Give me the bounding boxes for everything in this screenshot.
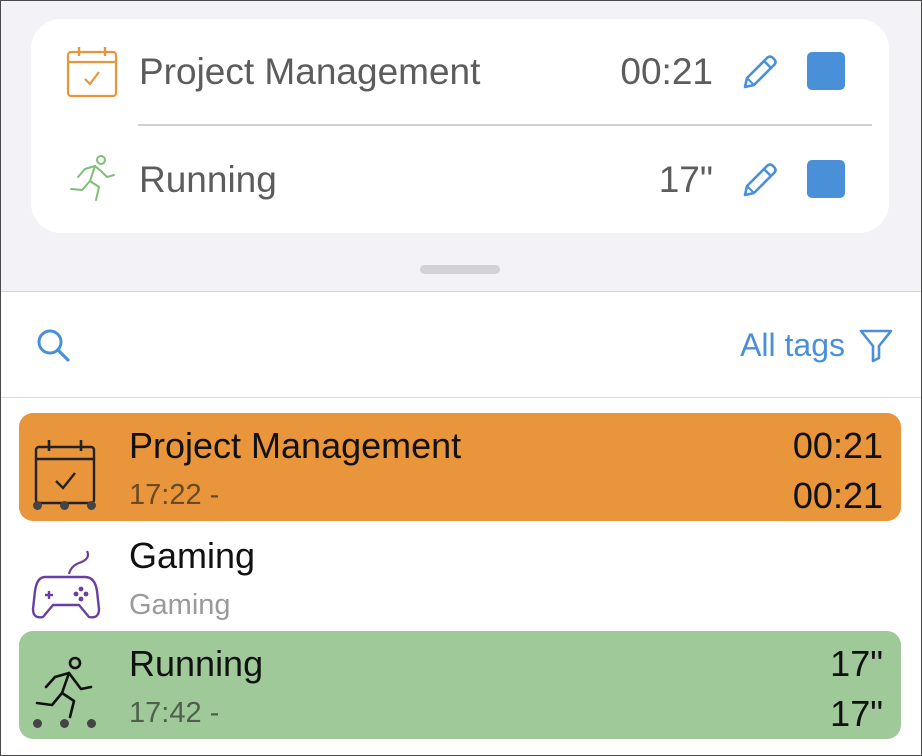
list-divider [1, 397, 921, 398]
list-item-project-management[interactable]: Project Management 17:22 - 00:21 00:21 [19, 413, 901, 521]
gamepad-icon [31, 550, 101, 619]
active-timer-name: Running [139, 159, 277, 200]
item-start-time: 17:42 - [129, 697, 220, 729]
active-timer-duration: 00:21 [620, 51, 713, 92]
sheet-grabber[interactable] [420, 265, 500, 274]
search-icon[interactable] [35, 327, 71, 363]
item-tag: Gaming [129, 589, 231, 621]
item-duration: 17" [830, 643, 883, 684]
list-item-running[interactable]: Running 17:42 - 17" 17" [19, 631, 901, 739]
item-title: Running [129, 643, 264, 684]
list-item-gaming[interactable]: Gaming Gaming [19, 523, 901, 631]
sheet-divider [1, 291, 921, 292]
pencil-icon[interactable] [737, 159, 781, 203]
stop-button[interactable] [807, 160, 845, 198]
active-timer-row-project-management[interactable]: Project Management 00:21 [31, 19, 889, 125]
row-divider [138, 124, 872, 126]
runner-icon [35, 656, 93, 719]
app-window: Project Management 00:21 Running 17" All… [0, 0, 922, 756]
tags-filter-label: All tags [740, 326, 845, 363]
running-indicator [33, 719, 96, 728]
tags-filter-button[interactable]: All tags [740, 325, 893, 365]
active-timers-panel: Project Management 00:21 Running 17" [1, 1, 921, 291]
stop-button[interactable] [807, 52, 845, 90]
item-title: Gaming [129, 535, 256, 576]
active-timers-card: Project Management 00:21 Running 17" [31, 19, 889, 233]
running-indicator [33, 501, 96, 510]
active-timer-duration: 17" [658, 159, 713, 200]
item-total-duration: 17" [830, 693, 883, 734]
item-title: Project Management [129, 425, 462, 466]
calendar-check-icon [66, 47, 118, 98]
filter-icon [859, 329, 893, 363]
active-timer-row-running[interactable]: Running 17" [31, 127, 889, 233]
item-start-time: 17:22 - [129, 479, 220, 511]
active-timer-name: Project Management [139, 51, 481, 92]
pencil-icon[interactable] [737, 51, 781, 95]
item-total-duration: 00:21 [792, 475, 883, 516]
item-duration: 00:21 [792, 425, 883, 466]
calendar-check-icon [34, 440, 96, 505]
runner-icon [70, 155, 115, 201]
